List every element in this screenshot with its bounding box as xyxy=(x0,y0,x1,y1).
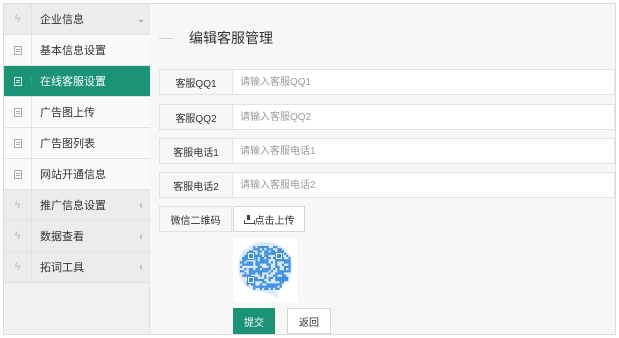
sidebar: ϟ 企业信息 ⌄ 基本信息设置 在线客服设置 广告图上传 广告图列表 网站开通信… xyxy=(4,4,150,334)
page-title: 编辑客服管理 xyxy=(159,28,273,48)
sidebar-item-label: 广告图上传 xyxy=(40,107,95,119)
bolt-icon: ϟ xyxy=(4,190,32,220)
chevron-left-icon: ‹ xyxy=(139,261,143,273)
sidebar-item-label: 网站开通信息 xyxy=(40,169,106,181)
form-row-qq1: 客服QQ1 xyxy=(159,69,615,95)
upload-icon xyxy=(243,214,255,224)
field-label: 客服QQ2 xyxy=(160,105,233,129)
sidebar-item-basic-info[interactable]: 基本信息设置 xyxy=(4,35,150,66)
sidebar-item-label: 拓词工具 xyxy=(40,262,84,274)
phone2-input[interactable] xyxy=(233,173,614,197)
form-row-phone2: 客服电话2 xyxy=(159,172,615,198)
sidebar-item-label: 数据查看 xyxy=(40,231,84,243)
sidebar-item-label: 企业信息 xyxy=(40,14,84,26)
main-content: 编辑客服管理 客服QQ1 客服QQ2 客服电话1 客服电话2 微信二维码 点击上… xyxy=(151,4,615,334)
chevron-left-icon: ‹ xyxy=(139,230,143,242)
sidebar-item-label: 推广信息设置 xyxy=(40,200,106,212)
upload-button-label: 点击上传 xyxy=(254,215,295,227)
form-row-phone1: 客服电话1 xyxy=(159,138,615,164)
sidebar-item-label: 广告图列表 xyxy=(40,138,95,150)
qq2-input[interactable] xyxy=(233,105,614,129)
title-divider xyxy=(159,37,173,39)
qr-code-icon xyxy=(238,242,292,298)
sidebar-item-site-info[interactable]: 网站开通信息 xyxy=(4,159,150,190)
bolt-icon: ϟ xyxy=(4,4,32,34)
form-row-qq2: 客服QQ2 xyxy=(159,104,615,130)
upload-button[interactable]: 点击上传 xyxy=(233,206,305,232)
chevron-down-icon: ⌄ xyxy=(136,13,146,25)
sidebar-group-data-view[interactable]: ϟ 数据查看 ‹ xyxy=(4,221,150,252)
submit-button[interactable]: 提交 xyxy=(233,308,275,334)
sidebar-item-ad-list[interactable]: 广告图列表 xyxy=(4,128,150,159)
bolt-icon: ϟ xyxy=(4,221,32,251)
document-icon xyxy=(4,159,32,189)
sidebar-group-keyword-tool[interactable]: ϟ 拓词工具 ‹ xyxy=(4,252,150,283)
wechat-qr-image xyxy=(233,238,297,302)
sidebar-item-label: 在线客服设置 xyxy=(40,76,106,88)
sidebar-group-company-info[interactable]: ϟ 企业信息 ⌄ xyxy=(4,4,150,35)
document-icon xyxy=(4,97,32,127)
back-button[interactable]: 返回 xyxy=(287,308,331,334)
chevron-left-icon: ‹ xyxy=(139,199,143,211)
sidebar-item-label: 基本信息设置 xyxy=(40,45,106,57)
app-frame: ϟ 企业信息 ⌄ 基本信息设置 在线客服设置 广告图上传 广告图列表 网站开通信… xyxy=(3,3,616,335)
document-icon xyxy=(4,128,32,158)
qq1-input[interactable] xyxy=(233,70,614,94)
sidebar-group-promotion[interactable]: ϟ 推广信息设置 ‹ xyxy=(4,190,150,221)
document-icon xyxy=(4,76,32,86)
page-title-text: 编辑客服管理 xyxy=(189,30,273,46)
wechat-qr-label: 微信二维码 xyxy=(159,206,232,232)
bolt-icon: ϟ xyxy=(4,252,32,282)
field-label: 客服电话2 xyxy=(160,173,233,197)
phone1-input[interactable] xyxy=(233,139,614,163)
field-label: 客服电话1 xyxy=(160,139,233,163)
document-icon xyxy=(4,35,32,65)
sidebar-item-online-service[interactable]: 在线客服设置 xyxy=(4,66,150,97)
field-label: 客服QQ1 xyxy=(160,70,233,94)
sidebar-item-ad-upload[interactable]: 广告图上传 xyxy=(4,97,150,128)
